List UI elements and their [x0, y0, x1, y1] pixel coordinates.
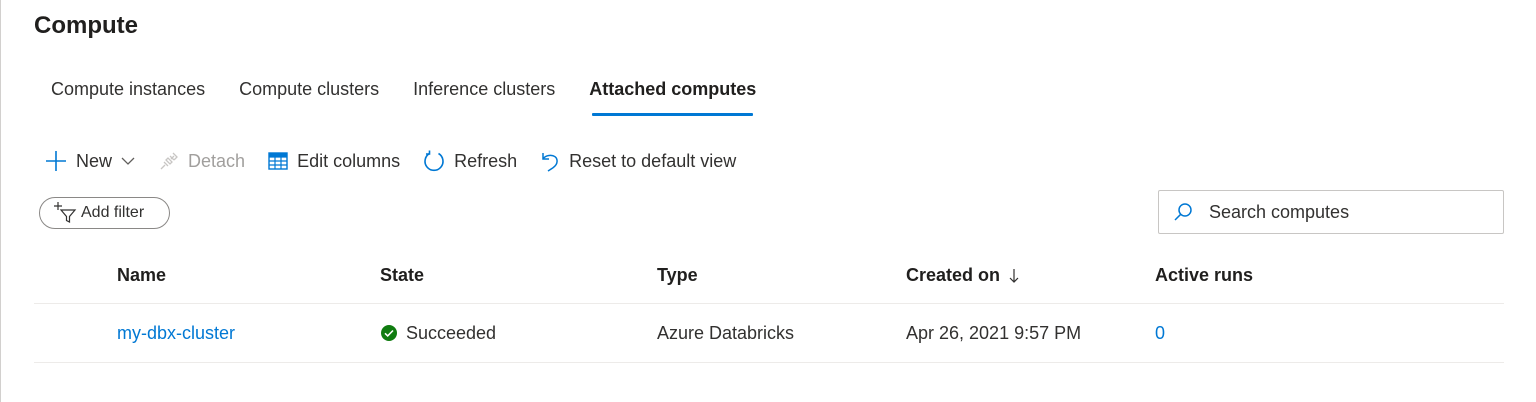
- refresh-button-label: Refresh: [454, 150, 518, 171]
- new-button[interactable]: New: [40, 144, 140, 178]
- detach-button[interactable]: Detach: [154, 144, 249, 178]
- reset-view-label: Reset to default view: [569, 150, 737, 171]
- page-title: Compute: [34, 12, 138, 39]
- add-filter-label: Add filter: [81, 204, 145, 221]
- success-check-icon: [380, 324, 398, 342]
- reset-view-button[interactable]: Reset to default view: [535, 144, 740, 178]
- add-filter-icon: [52, 202, 78, 224]
- refresh-icon: [422, 149, 446, 173]
- state-label: Succeeded: [406, 322, 497, 343]
- computes-table: Name State Type Created on Active runs m…: [34, 248, 1504, 363]
- detach-button-label: Detach: [188, 150, 246, 171]
- column-header-name[interactable]: Name: [117, 248, 166, 303]
- edit-columns-label: Edit columns: [297, 150, 401, 171]
- add-filter-button[interactable]: Add filter: [39, 197, 170, 229]
- search-input[interactable]: [1207, 200, 1491, 224]
- new-button-label: New: [76, 150, 113, 171]
- column-header-created-on[interactable]: Created on: [906, 248, 1020, 303]
- compute-tabs: Compute instances Compute clusters Infer…: [34, 70, 773, 118]
- unlink-icon: [158, 150, 180, 172]
- table-columns-icon: [267, 150, 289, 172]
- tab-attached-computes[interactable]: Attached computes: [572, 70, 773, 116]
- tab-compute-instances[interactable]: Compute instances: [34, 70, 222, 108]
- type-cell: Azure Databricks: [657, 322, 795, 343]
- edit-columns-button[interactable]: Edit columns: [263, 144, 404, 178]
- column-header-active-runs[interactable]: Active runs: [1155, 248, 1253, 303]
- search-icon: [1173, 202, 1193, 222]
- search-box: [1158, 190, 1504, 234]
- column-header-created-on-label: Created on: [906, 265, 1001, 285]
- sort-descending-icon: [1008, 267, 1020, 285]
- compute-name-link[interactable]: my-dbx-cluster: [117, 304, 235, 362]
- table-row: my-dbx-cluster Succeeded Azure Databrick…: [34, 304, 1504, 363]
- tab-compute-clusters[interactable]: Compute clusters: [222, 70, 396, 108]
- state-cell: Succeeded: [380, 304, 496, 362]
- active-runs-link[interactable]: 0: [1155, 304, 1165, 362]
- left-border: [0, 0, 1, 402]
- plus-icon: [44, 149, 68, 173]
- undo-icon: [539, 150, 561, 172]
- column-header-state[interactable]: State: [380, 248, 424, 303]
- tab-inference-clusters[interactable]: Inference clusters: [396, 70, 572, 108]
- refresh-button[interactable]: Refresh: [418, 144, 521, 178]
- column-header-type[interactable]: Type: [657, 248, 698, 303]
- chevron-down-icon[interactable]: [120, 153, 136, 169]
- created-on-cell: Apr 26, 2021 9:57 PM: [906, 322, 1082, 343]
- table-header-row: Name State Type Created on Active runs: [34, 248, 1504, 304]
- command-bar: New Detach Edit columns Refresh Reset to…: [40, 144, 754, 178]
